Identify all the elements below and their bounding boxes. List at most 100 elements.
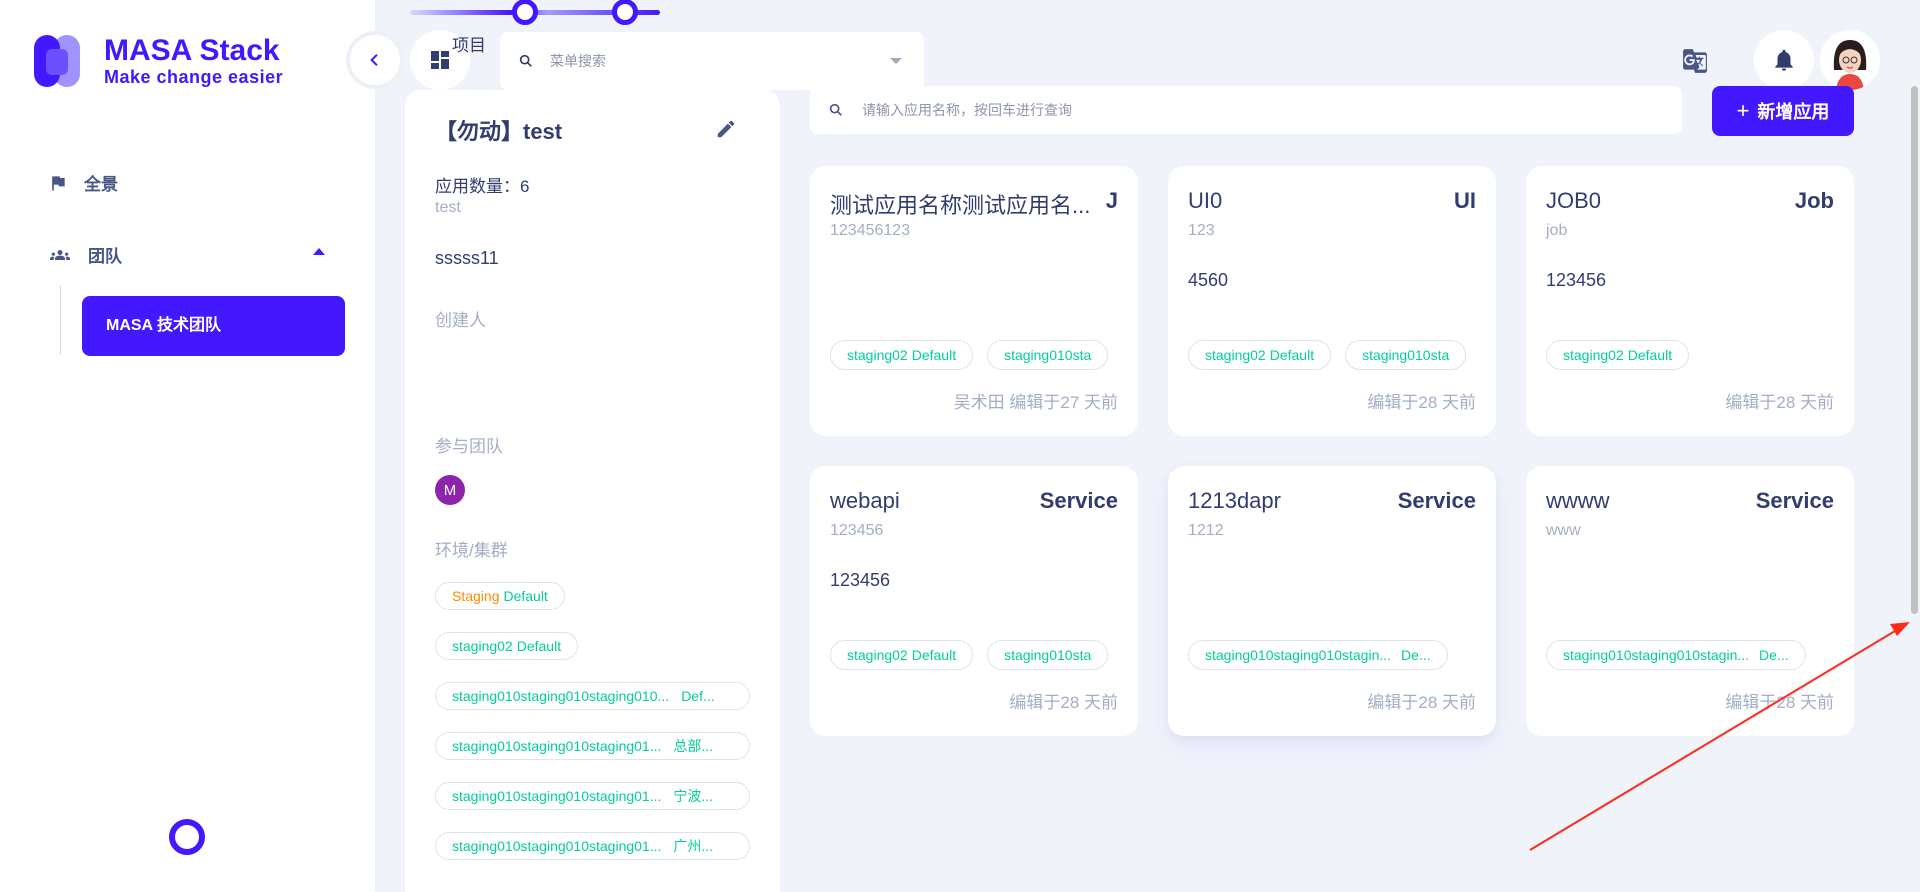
user-avatar[interactable] <box>1820 30 1880 90</box>
app-card[interactable]: 测试应用名称测试应用名... J 123456123 staging02 Defa… <box>810 166 1138 436</box>
env-chip[interactable]: staging010staging010stagin... De... <box>1546 640 1806 670</box>
env-chip[interactable]: staging010staging010staging01... 广州... <box>435 832 750 860</box>
team-member-avatar[interactable]: M <box>435 475 465 505</box>
env-chip[interactable]: staging010staging010staging01... 总部... <box>435 732 750 760</box>
env-cluster: Default <box>911 647 957 663</box>
app-name: 1213dapr <box>1188 488 1281 513</box>
app-card[interactable]: webapi Service 123456 123456 staging02 De… <box>810 466 1138 736</box>
app-card[interactable]: wwww Service www staging010staging010sta… <box>1526 466 1854 736</box>
env-chip[interactable]: staging010staging010stagin... De... <box>1188 640 1448 670</box>
flag-icon <box>52 175 65 190</box>
env-cluster: Default <box>1627 347 1673 363</box>
app-edited-info: 吴术田 编辑于27 天前 <box>953 393 1118 412</box>
slider-thumb-start[interactable] <box>512 0 538 25</box>
menu-search[interactable] <box>500 32 924 90</box>
env-chip[interactable]: staging02 Default <box>830 340 974 370</box>
env-cluster: 广州... <box>673 838 714 854</box>
env-chip[interactable]: staging02 Default <box>1188 340 1332 370</box>
masa-logo-icon <box>34 33 90 89</box>
sidebar-item-overview[interactable]: 全景 <box>48 170 118 195</box>
app-description: 4560 <box>1188 270 1229 290</box>
env-name: staging02 <box>847 647 908 663</box>
env-chip-list: staging02 Default <box>1546 340 1834 370</box>
dashboard-icon <box>431 51 449 69</box>
app-edited-info: 编辑于28 天前 <box>1725 693 1834 712</box>
app-type: Service <box>1397 488 1476 513</box>
app-search-input[interactable] <box>862 102 1562 118</box>
app-edited-info: 编辑于28 天前 <box>1367 393 1476 412</box>
app-name: wwww <box>1546 488 1610 513</box>
sidebar-item-masa-team[interactable]: MASA 技术团队 <box>82 296 345 356</box>
range-slider-track[interactable] <box>410 0 660 25</box>
avatar-icon <box>1820 30 1880 90</box>
plus-icon: + <box>1736 98 1750 123</box>
env-chip[interactable]: staging02 Default <box>830 640 974 670</box>
app-name: JOB0 <box>1546 188 1602 213</box>
env-name: staging010staging010staging01... <box>452 838 662 854</box>
env-name: staging02 <box>1205 347 1266 363</box>
loading-ring-icon <box>169 819 205 855</box>
sidebar-item-label: 团队 <box>88 247 122 266</box>
sidebar-item-label: 全景 <box>84 175 118 194</box>
project-description: sssss11 <box>435 248 499 268</box>
env-name: staging010staging010stagin... <box>1205 647 1392 663</box>
env-chip[interactable]: staging010staging010staging010... Def... <box>435 682 750 710</box>
app-card[interactable]: JOB0 Job job 123456 staging02 Default 编辑于… <box>1526 166 1854 436</box>
collapse-sidebar-button[interactable] <box>350 35 400 85</box>
edit-pencil-icon[interactable] <box>715 118 737 140</box>
env-chip[interactable]: staging010sta <box>1345 340 1467 370</box>
env-name: staging010sta <box>1362 347 1450 363</box>
env-chip[interactable]: staging010sta <box>987 640 1109 670</box>
app-type: UI <box>1454 188 1476 213</box>
env-chip[interactable]: staging010sta <box>987 340 1109 370</box>
env-chip-list: staging02 Default staging010sta <box>830 640 1118 670</box>
notifications-button[interactable] <box>1754 30 1814 90</box>
env-label: 环境/集群 <box>435 541 508 560</box>
chevron-down-icon[interactable] <box>890 58 902 64</box>
brand-logo[interactable]: MASA Stack Make change easier <box>34 33 283 89</box>
vertical-scrollbar[interactable] <box>1911 86 1918 614</box>
env-cluster: 总部... <box>673 738 714 754</box>
env-chip-list: staging02 Default staging010sta <box>1188 340 1476 370</box>
app-edited-info: 编辑于28 天前 <box>1009 693 1118 712</box>
slider-thumb-end[interactable] <box>612 0 638 25</box>
chevron-up-icon[interactable] <box>313 248 325 255</box>
creator-label: 创建人 <box>435 311 486 330</box>
app-count: 应用数量：6 <box>435 177 530 196</box>
env-cluster: 宁波... <box>673 788 714 804</box>
app-card[interactable]: 1213dapr Service 1212 staging010staging0… <box>1168 466 1496 736</box>
app-edited-info: 编辑于28 天前 <box>1367 693 1476 712</box>
sidebar-item-team[interactable]: 团队 <box>48 242 122 267</box>
env-cluster: De... <box>1759 647 1789 663</box>
env-chip[interactable]: staging010staging010staging01... 宁波... <box>435 782 750 810</box>
env-chip[interactable]: staging02 Default <box>435 632 579 660</box>
app-identity: www <box>1546 522 1581 539</box>
env-chip-list: staging02 Default staging010sta <box>830 340 1118 370</box>
app-identity: 1212 <box>1188 522 1224 539</box>
env-name: staging010staging010stagin... <box>1563 647 1750 663</box>
app-card[interactable]: UI0 UI 123 4560 staging02 Default staging0… <box>1168 166 1496 436</box>
teams-label: 参与团队 <box>435 437 503 456</box>
sidebar: MASA Stack Make change easier 全景 团队 MASA… <box>0 0 375 892</box>
add-app-button[interactable]: + 新增应用 <box>1712 86 1854 136</box>
env-cluster: Default <box>1269 347 1315 363</box>
app-type: J <box>1105 188 1118 213</box>
menu-search-input[interactable] <box>550 53 870 69</box>
app-type: Service <box>1039 488 1118 513</box>
env-name: staging02 <box>1563 347 1624 363</box>
env-name: staging010staging010staging01... <box>452 738 662 754</box>
app-description: 123456 <box>1546 270 1607 290</box>
env-chip[interactable]: Staging Default <box>435 582 565 610</box>
app-search[interactable] <box>810 86 1682 134</box>
project-info-panel: 【勿动】test 应用数量：6 test sssss11 创建人 参与团队 M … <box>405 90 780 892</box>
env-cluster: Def... <box>681 688 715 704</box>
env-name: staging010staging010staging010... <box>452 688 670 704</box>
search-icon <box>829 103 842 116</box>
env-cluster: De... <box>1401 647 1431 663</box>
env-name: Staging <box>452 588 500 604</box>
app-type: Service <box>1755 488 1834 513</box>
translate-icon[interactable] <box>1682 48 1708 74</box>
tree-line <box>60 285 61 355</box>
env-chip[interactable]: staging02 Default <box>1546 340 1690 370</box>
env-name: staging02 <box>847 347 908 363</box>
